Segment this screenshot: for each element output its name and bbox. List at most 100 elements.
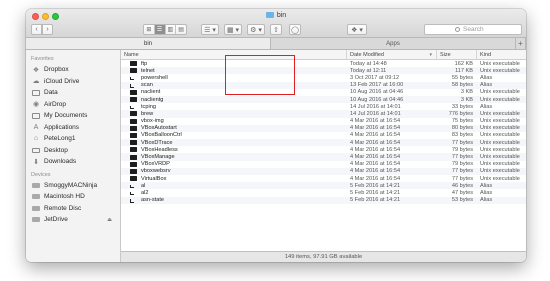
file-row[interactable]: vbox-img 4 Mar 2016 at 16:54 75 bytes Unix … — [121, 118, 526, 125]
file-name: tcping — [141, 103, 156, 110]
file-row[interactable]: vboxwebsrv 4 Mar 2016 at 16:54 77 bytes Uni… — [121, 167, 526, 175]
file-kind: Unix executable — [480, 132, 520, 139]
file-row[interactable]: asn-state 5 Feb 2016 at 14:21 53 bytes Alia… — [121, 196, 526, 204]
file-date: 14 Jul 2016 at 14:01 — [350, 103, 401, 110]
column-header-name[interactable]: Name — [121, 50, 347, 59]
eject-icon[interactable]: ⏏ — [107, 217, 112, 223]
arrange-button[interactable]: ☰ ▾ — [201, 24, 219, 35]
file-name: al — [141, 182, 146, 189]
sidebar-item-desktop[interactable]: Desktop — [26, 145, 120, 157]
sidebar-item-applications[interactable]: A Applications — [26, 122, 120, 134]
dropbox-icon: ❖ — [32, 66, 40, 74]
sort-descending-icon: ▾ — [429, 51, 432, 58]
back-button[interactable]: ‹ — [31, 24, 42, 35]
folder-icon — [32, 113, 40, 119]
unix-executable-icon — [130, 168, 137, 174]
sidebar-item-remote-disc[interactable]: Remote Disc — [26, 203, 120, 215]
column-view-button[interactable]: ▥ — [166, 25, 177, 34]
search-placeholder: Search — [463, 26, 484, 33]
new-tab-button[interactable]: + — [516, 38, 526, 49]
applications-icon: A — [33, 123, 39, 131]
file-row[interactable]: VBoxDTrace 4 Mar 2016 at 16:54 77 bytes Uni… — [121, 139, 526, 147]
home-icon: ⌂ — [33, 135, 39, 143]
sidebar-item-airdrop[interactable]: ◉ AirDrop — [26, 99, 120, 111]
tags-button[interactable]: ◯ — [289, 24, 301, 35]
sidebar-item-jetdrive[interactable]: JetDrive ⏏ — [26, 214, 120, 226]
list-view-button[interactable]: ☰ — [154, 25, 166, 34]
status-bar: 149 items, 97.91 GB available — [121, 251, 526, 262]
sidebar-item-label: Data — [44, 89, 58, 97]
sidebar-item-smoggymacninja[interactable]: SmoggyMACNinja — [26, 180, 120, 192]
column-header-kind-label: Kind — [480, 51, 492, 58]
alias-icon — [130, 75, 137, 81]
sidebar-item-my-documents[interactable]: My Documents — [26, 110, 120, 122]
file-row[interactable]: scan 13 Feb 2017 at 16:00 58 bytes Alias — [121, 81, 526, 89]
file-row[interactable]: naclient 10 Aug 2016 at 04:46 3 KB Unix exe… — [121, 89, 526, 96]
file-kind: Alias — [480, 189, 493, 196]
folder-icon — [265, 12, 274, 18]
file-date: 4 Mar 2016 at 16:54 — [350, 132, 401, 139]
file-name: brew — [141, 110, 154, 117]
file-row[interactable]: VBoxVRDP 4 Mar 2016 at 16:54 79 bytes Unix … — [121, 161, 526, 168]
file-name: ftp — [141, 60, 148, 67]
column-header-size[interactable]: Size — [437, 50, 477, 59]
dropbox-menu-button[interactable]: ❖ ▾ — [347, 24, 367, 35]
file-date: 4 Mar 2016 at 16:54 — [350, 154, 401, 161]
file-size: 79 bytes — [451, 146, 473, 153]
file-name: VBoxDTrace — [141, 139, 173, 146]
file-row[interactable]: VBoxHeadless 4 Mar 2016 at 16:54 79 bytes U… — [121, 146, 526, 153]
column-header-name-label: Name — [124, 51, 139, 58]
file-kind: Unix executable — [480, 161, 520, 168]
disc-icon — [32, 205, 40, 211]
column-header-date[interactable]: Date Modified ▾ — [347, 50, 437, 59]
group-button[interactable]: ▦ ▾ — [224, 24, 242, 35]
downloads-icon: ⬇ — [33, 158, 39, 166]
sidebar-item-data[interactable]: Data — [26, 87, 120, 99]
file-kind: Alias — [480, 182, 493, 189]
file-row[interactable]: ftp Today at 14:48 162 KB Unix executable — [121, 60, 526, 67]
file-name-cell: VBoxManage — [121, 154, 347, 160]
sidebar-item-downloads[interactable]: ⬇ Downloads — [26, 156, 120, 168]
sidebar-item-macintosh-hd[interactable]: Macintosh HD — [26, 191, 120, 203]
view-mode-segmented-control: ⊞ ☰ ▥ ▤ — [143, 24, 187, 35]
file-kind: Alias — [480, 103, 493, 110]
file-row[interactable]: VBoxAutostart 4 Mar 2016 at 16:54 80 bytes… — [121, 124, 526, 132]
file-kind: Unix executable — [480, 175, 520, 182]
file-date: 13 Feb 2017 at 16:00 — [350, 82, 404, 89]
file-name-cell: VBoxAutostart — [121, 125, 347, 131]
gallery-view-button[interactable]: ▤ — [176, 25, 186, 34]
column-header-size-label: Size — [440, 51, 451, 58]
file-kind: Unix executable — [480, 118, 520, 125]
file-row[interactable]: brew 14 Jul 2016 at 14:01 776 bytes Unix ex… — [121, 110, 526, 118]
column-header-kind[interactable]: Kind — [477, 50, 526, 59]
file-name: VBoxVRDP — [141, 161, 170, 168]
sidebar-item-petelong1[interactable]: ⌂ PeteLong1 — [26, 133, 120, 145]
file-row[interactable]: al2 5 Feb 2016 at 14:21 47 bytes Alias — [121, 189, 526, 196]
sidebar-item-icloud-drive[interactable]: ☁ iCloud Drive — [26, 76, 120, 88]
sidebar-item-label: Downloads — [44, 158, 77, 166]
file-row[interactable]: powershell 3 Oct 2017 at 09:12 55 bytes Ali… — [121, 74, 526, 81]
sidebar-item-label: Applications — [44, 123, 80, 131]
disk-icon — [32, 194, 40, 200]
unix-executable-icon — [130, 111, 137, 117]
file-row[interactable]: naclientg 10 Aug 2016 at 04:46 3 KB Unix ex… — [121, 95, 526, 104]
file-row[interactable]: tcping 14 Jul 2016 at 14:01 33 bytes Alias — [121, 103, 526, 110]
sidebar-item-dropbox[interactable]: ❖ Dropbox — [26, 64, 120, 76]
forward-button[interactable]: › — [42, 24, 53, 35]
icon-view-button[interactable]: ⊞ — [144, 25, 155, 34]
share-button[interactable]: ⇧ — [270, 24, 282, 35]
action-gear-button[interactable]: ⚙ ▾ — [247, 24, 265, 35]
search-field[interactable]: Search — [424, 24, 522, 35]
file-kind: Alias — [480, 74, 493, 81]
file-date: 4 Mar 2016 at 16:54 — [350, 146, 401, 153]
tab-bin[interactable]: bin — [26, 38, 271, 49]
file-row[interactable]: telnet Today at 12:11 117 KB Unix executabl… — [121, 67, 526, 75]
tab-apps[interactable]: Apps — [271, 38, 516, 49]
file-row[interactable]: VBoxManage 4 Mar 2016 at 16:54 77 bytes Uni… — [121, 153, 526, 161]
file-row[interactable]: al 5 Feb 2016 at 14:21 46 bytes Alias — [121, 182, 526, 190]
file-row[interactable]: VBoxBalloonCtrl 4 Mar 2016 at 16:54 83 byt… — [121, 132, 526, 139]
file-row[interactable]: VirtualBox 4 Mar 2016 at 16:54 77 bytes Uni… — [121, 175, 526, 182]
unix-executable-icon — [130, 89, 137, 95]
file-date: 14 Jul 2016 at 14:01 — [350, 110, 401, 117]
sidebar: Favorites ❖ Dropbox ☁ iCloud Drive Data ◉ AirD… — [26, 50, 121, 262]
